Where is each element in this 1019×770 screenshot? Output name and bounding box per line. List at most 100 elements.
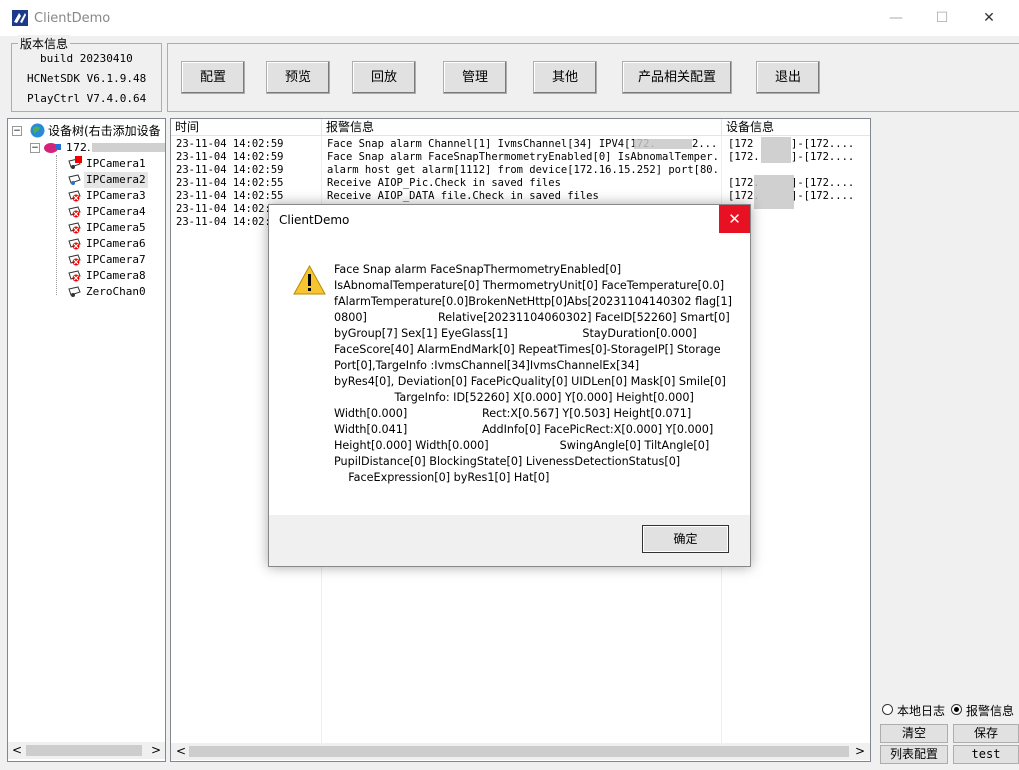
device-tree[interactable]: − 设备树(右击添加设备 − 172. IPCamera1 IPCamera2 … — [7, 118, 166, 762]
camera-icon — [68, 174, 81, 185]
message-line: Height[0.000] Width[0.000] SwingAngle[0]… — [334, 439, 710, 452]
save-button[interactable]: 保存 — [953, 724, 1019, 743]
row-device-info-tail: ]-[172.... — [791, 151, 855, 163]
camera-offline-icon — [68, 222, 81, 234]
camera-offline-icon — [68, 270, 81, 282]
column-header-device-info[interactable]: 设备信息 — [722, 119, 870, 136]
row-device-info-tail: ]-[172.... — [791, 190, 855, 202]
config-button[interactable]: 配置 — [181, 61, 245, 94]
test-button[interactable]: test — [953, 745, 1019, 764]
message-line: Width[0.041] AddInfo[0] FacePicRect:X[0.… — [334, 423, 714, 436]
tree-camera-7[interactable]: IPCamera7 — [56, 252, 161, 268]
column-header-alarm-info[interactable]: 报警信息 — [322, 119, 722, 136]
message-line: fAlarmTemperature[0.0]BrokenNetHttp[0]Ab… — [334, 295, 732, 308]
manage-button[interactable]: 管理 — [443, 61, 507, 94]
message-line: TargeInfo: ID[52260] X[0.000] Y[0.000] H… — [334, 391, 694, 404]
product-config-button[interactable]: 产品相关配置 — [622, 61, 732, 94]
tree-horizontal-scrollbar[interactable]: < > — [8, 742, 165, 759]
message-line: Width[0.000] Rect:X[0.567] Y[0.503] Heig… — [334, 407, 692, 420]
row-device-info-tail: ]-[172.... — [791, 177, 855, 189]
window-title: ClientDemo — [34, 11, 111, 26]
tree-camera-2[interactable]: IPCamera2 — [56, 172, 161, 188]
row-time: 23-11-04 14:02:59 — [176, 151, 284, 163]
minimize-button[interactable]: — — [873, 0, 919, 36]
ok-button[interactable]: 确定 — [642, 525, 729, 553]
tree-camera-6[interactable]: IPCamera6 — [56, 236, 161, 252]
warning-icon — [293, 265, 326, 295]
local-log-radio[interactable] — [882, 704, 893, 715]
camera-offline-icon — [68, 238, 81, 250]
maximize-button[interactable]: ☐ — [919, 0, 965, 36]
message-line: byGroup[7] Sex[1] EyeGlass[1] StayDurati… — [334, 327, 697, 340]
scroll-left-icon[interactable]: < — [12, 743, 22, 757]
row-time: 23-11-04 14:02:5 — [176, 203, 278, 215]
row-alarm-info: Receive AIOP_Pic.Check in saved files — [327, 177, 561, 189]
build-version: build 20230410 — [40, 52, 133, 65]
row-time: 23-11-04 14:02:55 — [176, 177, 284, 189]
message-line: FaceExpression[0] byRes1[0] Hat[0] — [334, 471, 550, 484]
list-config-button[interactable]: 列表配置 — [880, 745, 948, 764]
dialog-close-button[interactable]: ✕ — [719, 205, 750, 233]
playback-button[interactable]: 回放 — [352, 61, 416, 94]
sdk-version: HCNetSDK V6.1.9.48 — [27, 72, 147, 85]
zero-channel-icon — [68, 286, 81, 297]
exit-button[interactable]: 退出 — [756, 61, 820, 94]
camera-label: IPCamera1 — [86, 157, 146, 170]
message-line: Port[0],TargeInfo :IvmsChannel[34]IvmsCh… — [334, 359, 640, 372]
close-button[interactable]: ✕ — [966, 0, 1012, 36]
row-alarm-info: Face Snap alarm FaceSnapThermometryEnabl… — [327, 151, 717, 163]
row-time: 23-11-04 14:02:55 — [176, 190, 284, 202]
camera-label: IPCamera6 — [86, 237, 146, 250]
collapse-icon[interactable]: − — [30, 143, 40, 153]
tree-root-label: 设备树(右击添加设备 — [48, 124, 161, 138]
collapse-icon[interactable]: − — [12, 126, 22, 136]
tree-camera-3[interactable]: IPCamera3 — [56, 188, 161, 204]
message-dialog: ClientDemo ✕ Face Snap alarm FaceSnapThe… — [268, 204, 751, 567]
camera-offline-icon — [68, 206, 81, 218]
camera-label: IPCamera8 — [86, 269, 146, 282]
clear-button[interactable]: 清空 — [880, 724, 948, 743]
row-alarm-info: Receive AIOP_DATA file.Check in saved fi… — [327, 190, 599, 202]
local-log-label: 本地日志 — [897, 704, 946, 718]
row-device-info: [172 — [728, 138, 754, 150]
other-button[interactable]: 其他 — [533, 61, 597, 94]
scroll-right-icon[interactable]: > — [855, 744, 865, 758]
tree-zero-channel[interactable]: ZeroChan0 — [56, 284, 161, 300]
camera-offline-icon — [68, 254, 81, 266]
playctrl-version: PlayCtrl V7.4.0.64 — [27, 92, 147, 105]
device-ip-label: 172. — [66, 141, 91, 154]
scroll-right-icon[interactable]: > — [151, 743, 161, 757]
dialog-title: ClientDemo — [279, 213, 350, 227]
column-header-time[interactable]: 时间 — [171, 119, 322, 136]
scroll-left-icon[interactable]: < — [176, 744, 186, 758]
tree-camera-1[interactable]: IPCamera1 — [56, 156, 161, 172]
scrollbar-thumb[interactable] — [26, 745, 142, 756]
camera-label: IPCamera2 — [84, 172, 148, 188]
alarm-info-label: 报警信息 — [966, 704, 1015, 718]
tree-camera-4[interactable]: IPCamera4 — [56, 204, 161, 220]
camera-label: IPCamera4 — [86, 205, 146, 218]
message-line: byRes4[0], Deviation[0] FacePicQuality[0… — [334, 375, 726, 388]
message-line: FaceScore[40] AlarmEndMark[0] RepeatTime… — [334, 343, 721, 356]
camera-offline-icon — [68, 190, 81, 202]
app-icon — [12, 10, 28, 26]
alarm-info-radio[interactable] — [951, 704, 962, 715]
camera-label: IPCamera3 — [86, 189, 146, 202]
message-line: IsAbnomalTemperature[0] ThermometryUnit[… — [334, 279, 725, 292]
preview-button[interactable]: 预览 — [266, 61, 330, 94]
scrollbar-thumb[interactable] — [189, 746, 849, 757]
row-device-info: [172. — [728, 151, 760, 163]
camera-label: ZeroChan0 — [86, 285, 146, 298]
tree-camera-5[interactable]: IPCamera5 — [56, 220, 161, 236]
row-device-info-tail: ]-[172.... — [791, 138, 855, 150]
row-time: 23-11-04 14:02:59 — [176, 164, 284, 176]
device-icon — [44, 143, 61, 153]
title-bar: ClientDemo — ☐ ✕ — [0, 0, 1019, 36]
message-line: 0800] Relative[20231104060302] FaceID[52… — [334, 311, 730, 324]
message-line: PupilDistance[0] BlockingState[0] Livene… — [334, 455, 681, 468]
camera-label: IPCamera5 — [86, 221, 146, 234]
tree-camera-8[interactable]: IPCamera8 — [56, 268, 161, 284]
row-time: 23-11-04 14:02:5 — [176, 216, 278, 228]
message-line: Face Snap alarm FaceSnapThermometryEnabl… — [334, 263, 622, 276]
list-horizontal-scrollbar[interactable]: < > — [171, 743, 870, 760]
